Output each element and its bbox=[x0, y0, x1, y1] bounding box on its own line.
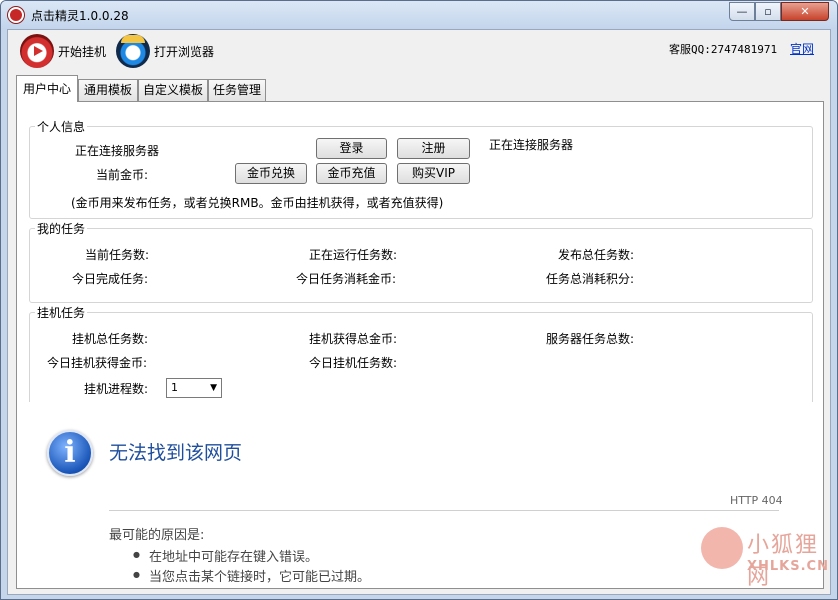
published-task-count-label: 发布总任务数: bbox=[558, 248, 635, 262]
error-reason-heading: 最可能的原因是: bbox=[109, 528, 205, 543]
fox-logo-icon bbox=[701, 527, 743, 569]
chevron-down-icon: ▼ bbox=[210, 383, 217, 393]
register-button[interactable]: 注册 bbox=[397, 138, 470, 159]
gold-consumed-today-label: 今日任务消耗金币: bbox=[296, 272, 397, 286]
hang-tasks-title: 挂机任务 bbox=[35, 304, 88, 321]
connection-status-left: 正在连接服务器 bbox=[75, 144, 160, 158]
points-consumed-total-label: 任务总消耗积分: bbox=[546, 272, 635, 286]
completed-today-label: 今日完成任务: bbox=[72, 272, 149, 286]
watermark-en: XHLKS.CN bbox=[747, 559, 829, 574]
tab-user-center[interactable]: 用户中心 bbox=[16, 75, 78, 102]
server-total-tasks-label: 服务器任务总数: bbox=[546, 332, 635, 346]
gold-exchange-button[interactable]: 金币兑换 bbox=[235, 163, 307, 184]
start-hang-label: 开始挂机 bbox=[58, 44, 107, 59]
maximize-button[interactable]: ▫ bbox=[755, 2, 781, 21]
personal-info-title: 个人信息 bbox=[35, 118, 88, 135]
current-task-count-label: 当前任务数: bbox=[85, 248, 150, 262]
personal-info-group: 个人信息 正在连接服务器 登录 注册 正在连接服务器 当前金币: 金币兑换 金币… bbox=[29, 118, 813, 219]
hang-total-gold-label: 挂机获得总金币: bbox=[309, 332, 398, 346]
open-browser-label: 打开浏览器 bbox=[154, 44, 215, 59]
user-center-panel: 个人信息 正在连接服务器 登录 注册 正在连接服务器 当前金币: 金币兑换 金币… bbox=[16, 101, 824, 589]
error-reason-list: 在地址中可能存在键入错误。 当您点击某个链接时，它可能已过期。 bbox=[133, 546, 370, 586]
start-hang-button[interactable]: 开始挂机 bbox=[20, 34, 106, 68]
tab-general-template[interactable]: 通用模板 bbox=[78, 79, 138, 101]
minimize-button[interactable]: — bbox=[729, 2, 755, 21]
app-logo-icon bbox=[8, 7, 24, 23]
login-button[interactable]: 登录 bbox=[316, 138, 387, 159]
client-area: 开始挂机 打开浏览器 客服QQ:2747481971 官网 用户中心 通用模板 … bbox=[7, 29, 831, 595]
running-task-count-label: 正在运行任务数: bbox=[309, 248, 398, 262]
app-window: 点击精灵1.0.0.28 — ▫ ✕ 开始挂机 打开浏览器 客服QQ:27474… bbox=[0, 0, 838, 600]
process-count-select[interactable]: 1 ▼ bbox=[166, 378, 222, 398]
tab-custom-template[interactable]: 自定义模板 bbox=[138, 79, 208, 101]
list-item: 当您点击某个链接时，它可能已过期。 bbox=[133, 566, 370, 586]
hang-tasks-today-label: 今日挂机任务数: bbox=[309, 356, 398, 370]
process-count-label: 挂机进程数: bbox=[84, 382, 149, 396]
error-code: HTTP 404 bbox=[730, 494, 783, 507]
browser-icon bbox=[116, 34, 150, 68]
buy-vip-button[interactable]: 购买VIP bbox=[397, 163, 470, 184]
divider bbox=[109, 510, 779, 511]
toolbar: 开始挂机 打开浏览器 客服QQ:2747481971 官网 bbox=[8, 30, 830, 72]
current-gold-label: 当前金币: bbox=[96, 168, 149, 182]
hang-total-tasks-label: 挂机总任务数: bbox=[72, 332, 149, 346]
connection-status-right: 正在连接服务器 bbox=[489, 138, 574, 152]
gold-recharge-button[interactable]: 金币充值 bbox=[316, 163, 387, 184]
window-title: 点击精灵1.0.0.28 bbox=[31, 9, 129, 23]
gold-note: (金币用来发布任务，或者兑换RMB。金币由挂机获得，或者充值获得) bbox=[71, 196, 444, 210]
hang-gold-today-label: 今日挂机获得金币: bbox=[47, 356, 148, 370]
process-count-value: 1 bbox=[171, 381, 178, 394]
info-icon: i bbox=[47, 430, 93, 476]
title-bar: 点击精灵1.0.0.28 — ▫ ✕ bbox=[1, 1, 837, 29]
hang-tasks-group: 挂机任务 挂机总任务数: 挂机获得总金币: 服务器任务总数: 今日挂机获得金币:… bbox=[29, 304, 813, 410]
close-button[interactable]: ✕ bbox=[781, 2, 829, 21]
error-title: 无法找到该网页 bbox=[109, 442, 243, 464]
tab-task-management[interactable]: 任务管理 bbox=[208, 79, 266, 101]
my-tasks-group: 我的任务 当前任务数: 正在运行任务数: 发布总任务数: 今日完成任务: 今日任… bbox=[29, 220, 813, 303]
official-site-link[interactable]: 官网 bbox=[790, 40, 814, 57]
my-tasks-title: 我的任务 bbox=[35, 220, 88, 237]
open-browser-button[interactable]: 打开浏览器 bbox=[116, 34, 214, 68]
start-icon bbox=[20, 34, 54, 68]
support-qq: 客服QQ:2747481971 bbox=[669, 43, 778, 56]
list-item: 在地址中可能存在键入错误。 bbox=[133, 546, 370, 566]
site-watermark: 小狐狸网 XHLKS.CN bbox=[691, 521, 831, 591]
